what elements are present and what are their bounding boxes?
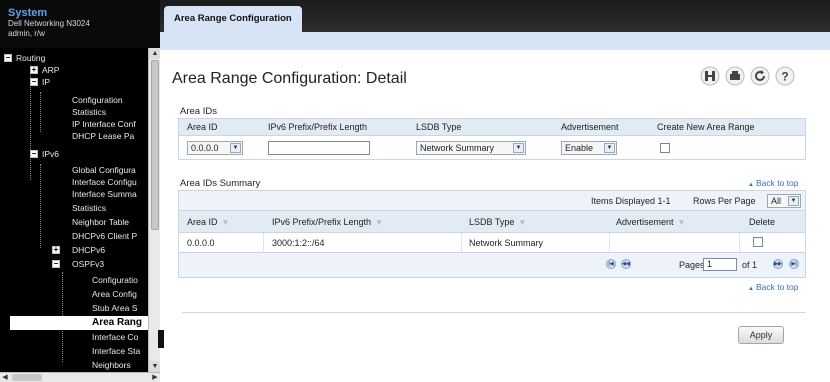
tree-item-neighbor-table[interactable]: Neighbor Table: [72, 216, 129, 228]
row-lsdb-type: Network Summary: [469, 238, 544, 248]
system-title: System: [8, 7, 48, 19]
tree-item-interface-stats[interactable]: Interface Sta: [92, 345, 140, 357]
tree-item-interface-summary[interactable]: Interface Summa: [72, 188, 137, 200]
chevron-down-icon: ▼: [604, 143, 615, 153]
device-name: Dell Networking N3024: [8, 19, 90, 28]
user-info: admin, r/w: [8, 29, 45, 38]
area-ids-header-row: Area ID IPv6 Prefix/Prefix Length LSDB T…: [179, 119, 805, 136]
tree-item-area-config[interactable]: Area Config: [92, 288, 137, 300]
tree-item-ip-configuration[interactable]: Configuration: [72, 94, 123, 106]
scroll-thumb[interactable]: [151, 60, 159, 230]
tab-area-range-configuration[interactable]: Area Range Configuration: [164, 6, 302, 34]
sort-advertisement[interactable]: Advertisement ▼: [616, 217, 685, 227]
print-icon[interactable]: [725, 66, 745, 86]
tree-item-neighbors[interactable]: Neighbors: [92, 359, 131, 371]
col-area-id: Area ID: [187, 122, 218, 132]
advertisement-select[interactable]: Enable ▼: [561, 141, 617, 155]
help-icon[interactable]: ?: [775, 66, 795, 86]
row-area-id: 0.0.0.0: [187, 238, 215, 248]
sort-prefix[interactable]: IPv6 Prefix/Prefix Length ▼: [272, 217, 383, 227]
system-header: System Dell Networking N3024 admin, r/w: [0, 0, 160, 48]
chevron-down-icon: ▼: [230, 143, 241, 153]
delete-row-checkbox[interactable]: [753, 237, 763, 247]
row-prefix: 3000:1:2::/64: [272, 238, 325, 248]
back-to-top-link-2[interactable]: ▲ Back to top: [748, 282, 798, 292]
summary-toolbar: Items Displayed 1-1 Rows Per Page All ▼: [179, 191, 805, 211]
tree-item-dhcpv6-client[interactable]: DHCPv6 Client P: [72, 230, 137, 242]
rows-per-page-select[interactable]: All ▼: [767, 194, 801, 208]
pages-label: Pages: [679, 260, 705, 270]
col-create-new: Create New Area Range: [657, 122, 755, 132]
tree-item-dhcp-lease[interactable]: DHCP Lease Pa: [72, 130, 134, 142]
expand-icon[interactable]: +: [52, 246, 60, 254]
tree-item-interface-config[interactable]: Interface Configu: [72, 176, 137, 188]
col-advertisement: Advertisement: [561, 122, 619, 132]
lsdb-type-select[interactable]: Network Summary ▼: [416, 141, 526, 155]
expand-icon[interactable]: +: [30, 66, 38, 74]
save-icon[interactable]: [700, 66, 720, 86]
page-title: Area Range Configuration: Detail: [172, 70, 407, 87]
next-page-icon[interactable]: ▶▶: [773, 259, 783, 269]
tree-item-ospfv3-configuration[interactable]: Configuratio: [92, 274, 138, 286]
tab-bar: Area Range Configuration: [160, 0, 830, 50]
table-row: 0.0.0.0 3000:1:2::/64 Network Summary: [179, 233, 805, 253]
navigation-panel: System Dell Networking N3024 admin, r/w …: [0, 0, 161, 382]
svg-text:?: ?: [781, 70, 788, 84]
area-id-select[interactable]: 0.0.0.0 ▼: [187, 141, 243, 155]
col-prefix: IPv6 Prefix/Prefix Length: [268, 122, 368, 132]
chevron-down-icon: ▼: [513, 143, 524, 153]
of-pages-label: of 1: [742, 260, 758, 270]
content-panel: Area Range Configuration Area Range Conf…: [158, 0, 830, 382]
create-new-area-range-checkbox[interactable]: [660, 143, 670, 153]
summary-table: Items Displayed 1-1 Rows Per Page All ▼ …: [178, 190, 806, 278]
collapse-icon[interactable]: −: [52, 260, 60, 268]
area-ids-table: Area ID IPv6 Prefix/Prefix Length LSDB T…: [178, 118, 806, 160]
refresh-icon[interactable]: [750, 66, 770, 86]
summary-label: Area IDs Summary: [180, 178, 261, 189]
sort-lsdb-type[interactable]: LSDB Type ▼: [469, 217, 526, 227]
tree-vertical-scrollbar[interactable]: ▲ ▼: [148, 48, 161, 372]
col-lsdb-type: LSDB Type: [416, 122, 462, 132]
chevron-down-icon: ▼: [788, 196, 799, 206]
navigation-tree: − Routing + ARP − IP Configuration Stati…: [0, 48, 148, 372]
collapse-icon[interactable]: −: [30, 78, 38, 86]
prev-page-icon[interactable]: ◀◀: [621, 259, 631, 269]
collapse-icon[interactable]: −: [4, 54, 12, 62]
tree-item-stub-area[interactable]: Stub Area S: [92, 302, 137, 314]
page-number-input[interactable]: 1: [703, 258, 737, 271]
pagination-bar: |◀ ◀◀ Pages 1 of 1 ▶▶ ▶|: [179, 253, 805, 277]
col-delete: Delete: [749, 217, 776, 227]
summary-header-row: Area ID ▼ IPv6 Prefix/Prefix Length ▼ LSDB…: [179, 211, 805, 233]
back-to-top-link[interactable]: ▲ Back to top: [748, 178, 798, 188]
tree-item-ip-statistics[interactable]: Statistics: [72, 106, 106, 118]
last-page-icon[interactable]: ▶|: [789, 259, 799, 269]
prefix-input[interactable]: [268, 141, 370, 155]
first-page-icon[interactable]: |◀: [606, 259, 616, 269]
area-ids-label: Area IDs: [180, 106, 217, 117]
apply-button[interactable]: Apply: [738, 326, 784, 344]
tree-horizontal-scrollbar[interactable]: ◀ ▶: [0, 372, 160, 382]
divider-line: [182, 312, 806, 313]
tree-item-global-config[interactable]: Global Configura: [72, 164, 136, 176]
items-displayed: Items Displayed 1-1: [591, 196, 671, 206]
scroll-left-icon[interactable]: ◀: [0, 373, 10, 382]
tree-item-ipv6-statistics[interactable]: Statistics: [72, 202, 106, 214]
rows-per-page-label: Rows Per Page: [693, 196, 756, 206]
tree-item-area-range[interactable]: Area Rang: [10, 316, 148, 330]
panel-splitter[interactable]: [158, 330, 164, 348]
scroll-right-icon[interactable]: ▶: [150, 373, 160, 382]
collapse-icon[interactable]: −: [30, 150, 38, 158]
tree-item-interface-co[interactable]: Interface Co: [92, 331, 138, 343]
tree-item-ip-interface-config[interactable]: IP Interface Conf: [72, 118, 136, 130]
hscroll-thumb[interactable]: [12, 374, 42, 381]
sort-area-id[interactable]: Area ID ▼: [187, 217, 229, 227]
